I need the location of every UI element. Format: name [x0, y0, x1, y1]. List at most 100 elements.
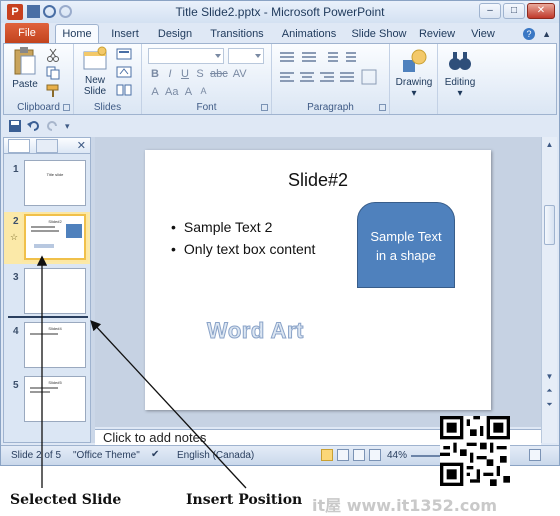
shapes-icon	[403, 49, 427, 72]
close-icon[interactable]: ✕	[77, 139, 86, 152]
save-icon[interactable]	[9, 120, 21, 132]
reset-icon[interactable]	[116, 66, 132, 81]
italic-button[interactable]: I	[165, 68, 175, 80]
copy-icon[interactable]	[46, 66, 60, 83]
bullet-list[interactable]: Sample Text 2 Only text box content	[171, 216, 316, 260]
change-case-button[interactable]: Aa	[165, 86, 178, 98]
spell-check-icon[interactable]: ✔	[151, 449, 159, 460]
shape-text-line: in a shape	[376, 248, 436, 263]
slide-title[interactable]: Slide#2	[145, 170, 491, 191]
thumbnail-wordart	[34, 244, 54, 248]
grow-font-button[interactable]: A	[183, 86, 193, 98]
font-color-button[interactable]: A	[150, 86, 160, 98]
tab-transitions[interactable]: Transitions	[205, 25, 269, 43]
tab-home[interactable]: Home	[55, 24, 99, 44]
language-indicator[interactable]: English (Canada)	[177, 450, 254, 461]
drawing-button[interactable]: Drawing ▾	[394, 48, 434, 99]
thumbnail-text-line	[30, 387, 58, 389]
bold-button[interactable]: B	[150, 68, 160, 80]
layout-icon[interactable]	[116, 48, 132, 63]
reading-view-button[interactable]	[353, 449, 365, 461]
fit-to-window-button[interactable]	[529, 449, 541, 461]
vertical-scrollbar[interactable]: ▲ ▼ ⏶ ⏷	[541, 137, 557, 443]
scroll-down-icon[interactable]: ▼	[544, 371, 555, 382]
thumbnail-text-line	[31, 230, 59, 232]
slide-thumbnail[interactable]	[24, 268, 86, 314]
watermark-text: it屋 www.it1352.com	[312, 496, 497, 515]
minimize-button[interactable]: –	[479, 3, 501, 19]
pane-tabs: ✕	[4, 138, 90, 154]
paragraph-launcher-icon[interactable]	[379, 104, 386, 111]
slide-thumbnail[interactable]: Slide#4	[24, 322, 86, 368]
close-button[interactable]: ✕	[527, 3, 555, 19]
paragraph-controls-icon[interactable]	[280, 50, 384, 100]
slide-sorter-button[interactable]	[337, 449, 349, 461]
tab-view[interactable]: View	[463, 25, 503, 43]
rounded-shape[interactable]: Sample Text in a shape	[357, 202, 455, 288]
cut-icon[interactable]	[46, 48, 60, 65]
star-icon: ☆	[10, 232, 19, 242]
tab-slides[interactable]	[8, 139, 30, 153]
slideshow-button[interactable]	[369, 449, 381, 461]
font-launcher-icon[interactable]	[261, 104, 268, 111]
slide-thumbnail[interactable]: Slide#5	[24, 376, 86, 422]
slide-number: 2	[13, 216, 19, 227]
list-item[interactable]: 4 Slide#4	[4, 322, 90, 372]
zoom-level[interactable]: 44%	[387, 450, 407, 461]
tab-design[interactable]: Design	[153, 25, 197, 43]
tab-review[interactable]: Review	[415, 25, 459, 43]
qr-code-icon	[440, 416, 510, 486]
group-font: B I U S abc AV A Aa A A Font	[142, 44, 272, 114]
customize-qat-icon[interactable]: ▾	[65, 121, 70, 132]
clipboard-launcher-icon[interactable]	[63, 104, 70, 111]
next-slide-icon[interactable]: ⏷	[544, 399, 555, 410]
normal-view-button[interactable]	[321, 449, 333, 461]
minimize-ribbon-icon[interactable]: ▲	[542, 29, 551, 39]
slide-thumbnail[interactable]: Title slide	[24, 160, 86, 206]
list-item[interactable]: 5 Slide#5	[4, 376, 90, 426]
underline-button[interactable]: U	[180, 68, 190, 80]
font-name-combo[interactable]	[148, 48, 224, 64]
tab-insert[interactable]: Insert	[105, 25, 145, 43]
ribbon-tabs: File Home Insert Design Transitions Anim…	[1, 23, 559, 44]
new-slide-label-2: Slide	[83, 86, 107, 97]
new-slide-button[interactable]: New Slide	[78, 46, 112, 97]
slide-canvas[interactable]: Slide#2 Sample Text 2 Only text box cont…	[145, 150, 491, 410]
help-icon[interactable]: ?	[523, 28, 535, 40]
tab-animations[interactable]: Animations	[277, 25, 341, 43]
list-item-selected[interactable]: 2 ☆ Slide#2	[4, 212, 90, 264]
slide-counter: Slide 2 of 5	[11, 450, 62, 461]
scroll-thumb[interactable]	[544, 205, 555, 245]
shrink-font-button[interactable]: A	[198, 86, 208, 98]
slide-thumbnail[interactable]: Slide#2	[24, 214, 86, 260]
bullet-item: Only text box content	[171, 238, 316, 260]
shadow-button[interactable]: S	[195, 68, 205, 80]
previous-slide-icon[interactable]: ⏶	[544, 385, 555, 396]
tab-file[interactable]: File	[5, 23, 49, 43]
binoculars-icon	[449, 52, 471, 70]
scroll-up-icon[interactable]: ▲	[544, 139, 555, 150]
paste-label: Paste	[12, 79, 38, 90]
thumbnail-text-line	[31, 226, 55, 228]
insert-position-label: Insert Position	[186, 492, 303, 508]
group-clipboard: Paste Clipboard	[4, 44, 74, 114]
strikethrough-button[interactable]: abc	[210, 68, 228, 80]
section-icon[interactable]	[116, 84, 132, 99]
format-painter-icon[interactable]	[46, 84, 60, 101]
thumbnail-title: Slide#5	[48, 380, 62, 385]
maximize-button[interactable]: □	[503, 3, 525, 19]
wordart-text[interactable]: Word Art	[207, 318, 304, 344]
chevron-down-icon: ▾	[411, 88, 417, 99]
char-spacing-button[interactable]: AV	[233, 68, 247, 80]
chevron-down-icon	[255, 54, 261, 58]
list-item[interactable]: 3	[4, 268, 90, 318]
paste-button[interactable]: Paste	[10, 46, 40, 90]
redo-icon[interactable]	[47, 120, 59, 132]
editing-button[interactable]: Editing ▾	[440, 48, 480, 99]
slide-number: 1	[13, 164, 19, 175]
tab-slide-show[interactable]: Slide Show	[347, 25, 411, 43]
font-size-combo[interactable]	[228, 48, 264, 64]
list-item[interactable]: 1 Title slide	[4, 160, 90, 210]
undo-icon[interactable]	[27, 120, 41, 132]
tab-outline[interactable]	[36, 139, 58, 153]
